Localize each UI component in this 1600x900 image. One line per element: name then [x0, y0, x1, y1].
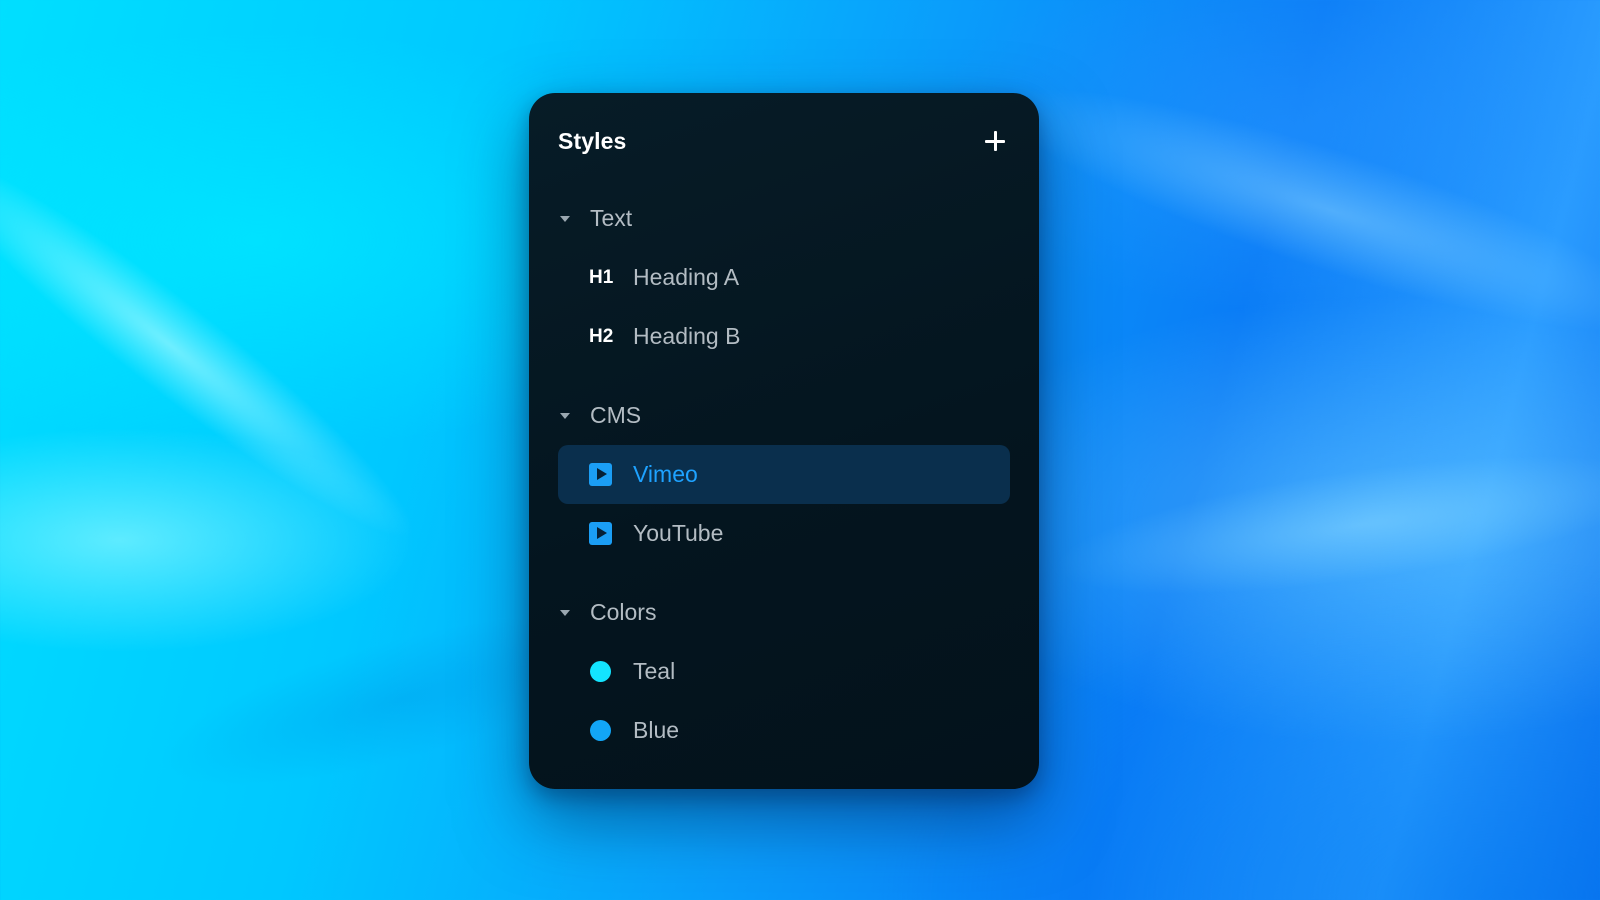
styles-panel: Styles Text H1 Heading A H2 Heading B CM…: [529, 93, 1039, 789]
item-label: Vimeo: [633, 461, 698, 487]
item-label: Blue: [633, 717, 680, 743]
item-label: Heading A: [633, 264, 740, 290]
style-item-youtube[interactable]: YouTube: [558, 504, 1010, 563]
video-play-icon: [589, 522, 612, 545]
section-cms: CMS Vimeo YouTube: [558, 386, 1010, 563]
style-item-teal[interactable]: Teal: [558, 642, 1010, 701]
video-play-icon: [589, 463, 612, 486]
item-label: YouTube: [633, 520, 724, 546]
background-light-streak: [978, 44, 1600, 376]
heading-level-badge: H2: [589, 325, 614, 347]
item-label: Teal: [633, 658, 676, 684]
color-swatch-icon: [590, 661, 611, 682]
section-label: Colors: [590, 599, 657, 625]
section-label: CMS: [590, 402, 642, 428]
panel-header: Styles: [558, 93, 1010, 189]
caret-down-icon: [560, 609, 570, 616]
heading-level-badge: H1: [589, 266, 614, 288]
background-light-streak: [1045, 427, 1600, 623]
section-colors: Colors Teal Blue: [558, 583, 1010, 760]
style-item-heading-a[interactable]: H1 Heading A: [558, 248, 1010, 307]
section-header-colors[interactable]: Colors: [558, 583, 1010, 642]
style-item-blue[interactable]: Blue: [558, 701, 1010, 760]
section-label: Text: [590, 205, 633, 231]
style-item-vimeo[interactable]: Vimeo: [558, 445, 1010, 504]
section-text: Text H1 Heading A H2 Heading B: [558, 189, 1010, 366]
item-label: Heading B: [633, 323, 741, 349]
panel-title: Styles: [558, 127, 627, 154]
section-header-cms[interactable]: CMS: [558, 386, 1010, 445]
background-light-streak: [0, 118, 442, 572]
style-item-heading-b[interactable]: H2 Heading B: [558, 307, 1010, 366]
caret-down-icon: [560, 215, 570, 222]
add-style-button[interactable]: [981, 127, 1009, 155]
color-swatch-icon: [590, 720, 611, 741]
section-header-text[interactable]: Text: [558, 189, 1010, 248]
caret-down-icon: [560, 412, 570, 419]
